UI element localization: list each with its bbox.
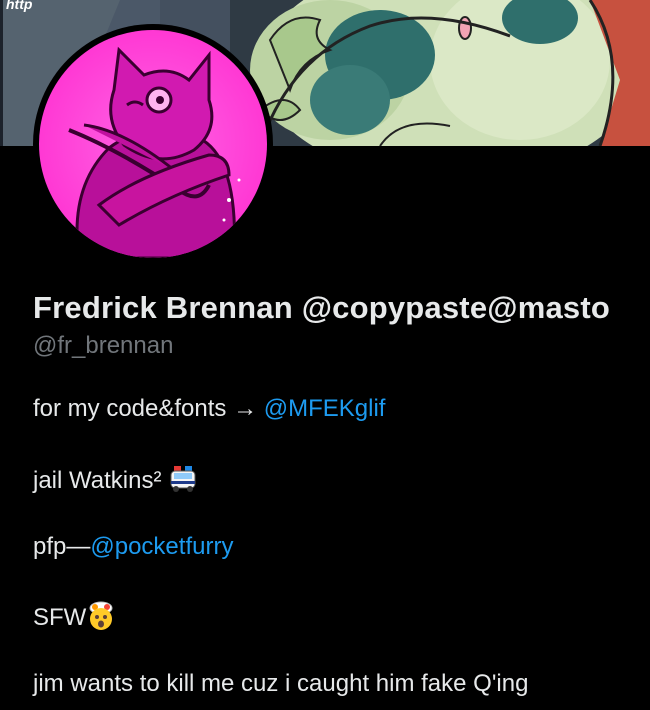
- banner-edge: [0, 0, 3, 146]
- exploding-head-icon: [86, 601, 116, 638]
- police-car-icon: [168, 464, 198, 501]
- bio-line-text: pfp—: [33, 533, 91, 560]
- avatar-image: [39, 30, 267, 258]
- bio-line-text: for my code&fonts →: [33, 395, 264, 422]
- user-handle: @fr_brennan: [33, 332, 174, 359]
- mention-link-mfekglif[interactable]: @MFEKglif: [264, 395, 386, 422]
- bio-line-text: SFW: [33, 604, 87, 631]
- display-name: Fredrick Brennan @copypaste@masto: [33, 290, 610, 325]
- banner-corner-text: http: [6, 0, 33, 12]
- bio-line-pfp: pfp—@pocketfurry: [33, 533, 233, 561]
- bio-line-jail: jail Watkins²: [33, 464, 198, 501]
- bio-line-code-fonts: for my code&fonts → @MFEKglif: [33, 395, 385, 423]
- bio-line-sfw: SFW: [33, 601, 116, 638]
- mention-link-pocketfurry[interactable]: @pocketfurry: [90, 533, 233, 560]
- bio-line-text: jail Watkins²: [33, 467, 162, 494]
- profile-avatar[interactable]: [33, 24, 273, 264]
- bio-line-jim: jim wants to kill me cuz i caught him fa…: [33, 670, 529, 697]
